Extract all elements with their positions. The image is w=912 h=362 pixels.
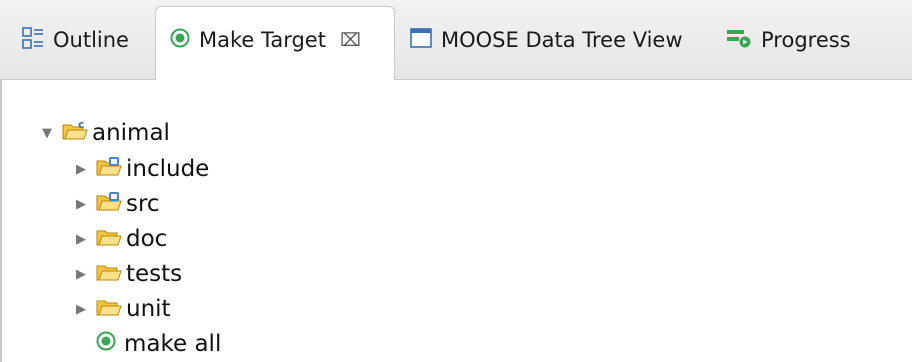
source-folder-icon [96,155,122,183]
tab-progress[interactable]: Progress [726,10,851,70]
tab-make-target[interactable]: Make Target ⌧ [170,10,361,70]
outline-icon [22,26,44,54]
tree-item-label: tests [126,261,183,287]
tree-item-label: unit [126,296,171,322]
collapsed-triangle-icon[interactable]: ▶ [76,162,92,177]
folder-icon [96,295,122,323]
tab-outline-label: Outline [53,28,129,52]
collapsed-triangle-icon[interactable]: ▶ [76,197,92,212]
tree-item-label: src [126,191,160,217]
window-icon [410,27,432,53]
c-project-folder-icon: c [62,118,88,147]
view-tab-bar: Outline Make Target ⌧ MOOSE Data Tree Vi… [0,0,912,81]
tab-outline[interactable]: Outline [22,10,129,70]
collapsed-triangle-icon[interactable]: ▶ [76,267,92,282]
tree-item-label: animal [92,120,170,146]
make-target-icon [170,28,190,53]
progress-icon [726,27,752,54]
make-target-tree-view[interactable]: ▼ c animal ▶ include ▶ src ▶ doc ▶ tests… [0,80,912,362]
tree-item-unit[interactable]: ▶ unit [76,292,171,326]
tree-item-src[interactable]: ▶ src [76,187,160,221]
tab-moose-data-tree-view[interactable]: MOOSE Data Tree View [410,10,683,70]
collapsed-triangle-icon[interactable]: ▶ [76,232,92,247]
tree-item-label: doc [126,226,168,252]
tab-moose-label: MOOSE Data Tree View [441,28,683,52]
tree-item-label: make all [124,331,222,357]
tab-make-target-label: Make Target [199,28,326,52]
tab-progress-label: Progress [761,28,851,52]
source-folder-icon [96,190,122,218]
tree-item-label: include [126,156,210,182]
svg-text:c: c [78,119,85,131]
tree-item-include[interactable]: ▶ include [76,152,209,186]
tree-item-tests[interactable]: ▶ tests [76,257,182,291]
expanded-triangle-icon[interactable]: ▼ [42,126,58,141]
make-target-icon [96,331,116,357]
tree-item-make-all[interactable]: make all [96,327,221,361]
tree-item-animal[interactable]: ▼ c animal [42,116,170,150]
tree-item-doc[interactable]: ▶ doc [76,222,167,256]
folder-icon [96,260,122,288]
close-tab-icon[interactable]: ⌧ [340,30,361,51]
collapsed-triangle-icon[interactable]: ▶ [76,302,92,317]
folder-icon [96,225,122,253]
view-border [0,80,2,362]
